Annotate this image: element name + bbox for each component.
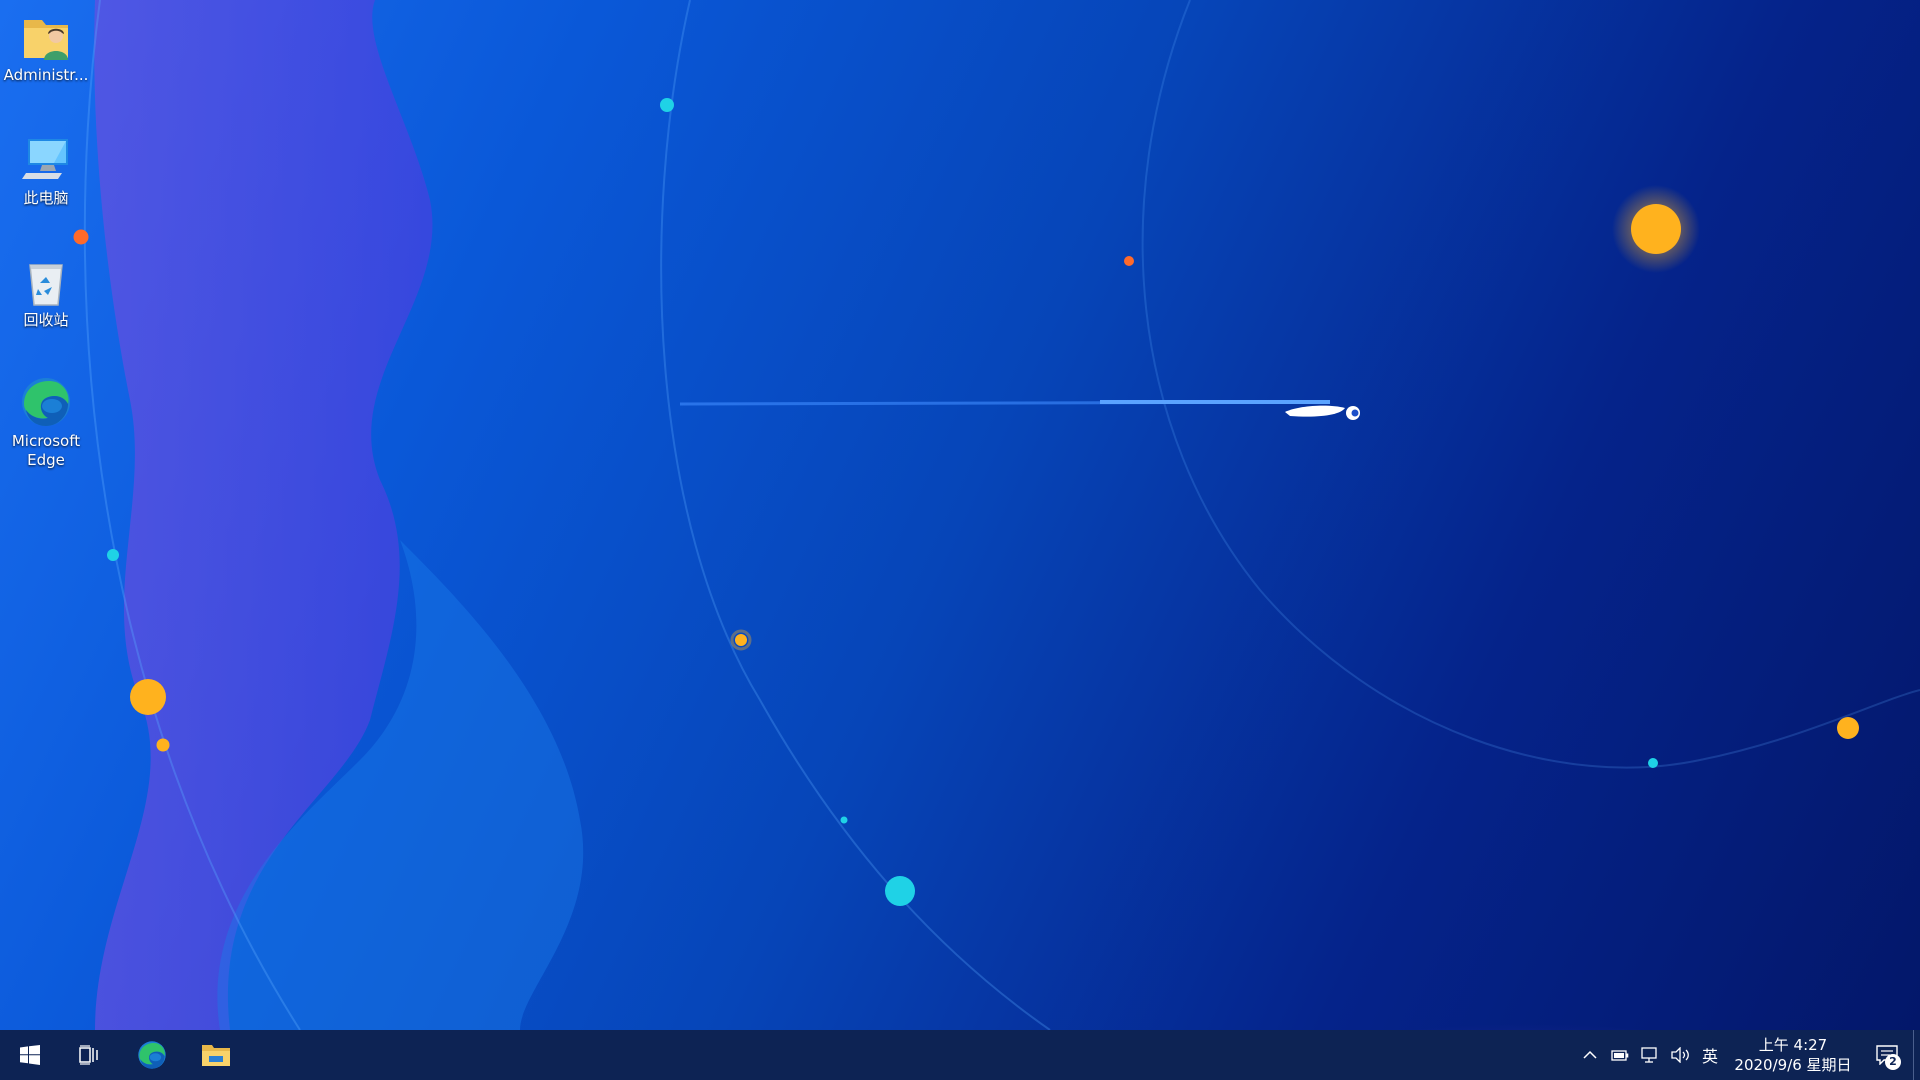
desktop-icon-edge[interactable]: Microsoft Edge <box>0 374 92 470</box>
show-desktop-button[interactable] <box>1913 1030 1920 1080</box>
desktop[interactable]: Administr... 此电脑 回收站 Microsoft Edge <box>0 0 1920 1030</box>
dot <box>735 634 747 646</box>
wallpaper <box>73 0 1920 1030</box>
system-tray: 英 上午 4:27 2020/9/6 星期日 2 <box>1575 1030 1920 1080</box>
edge-icon <box>138 1041 166 1069</box>
dot <box>1648 758 1658 768</box>
dot <box>73 229 89 245</box>
desktop-icon-this-pc[interactable]: 此电脑 <box>0 131 92 208</box>
speaker-icon <box>1671 1047 1689 1063</box>
task-view-button[interactable] <box>60 1030 120 1080</box>
network-icon <box>1641 1047 1657 1063</box>
dot <box>1837 717 1859 739</box>
show-hidden-icons-button[interactable] <box>1575 1030 1605 1080</box>
orbit-middle <box>660 0 1051 1030</box>
input-method-button[interactable]: 英 <box>1695 1030 1725 1080</box>
battery-icon <box>1611 1050 1629 1061</box>
dot <box>660 98 674 112</box>
clock-button[interactable]: 上午 4:27 2020/9/6 星期日 <box>1733 1030 1853 1080</box>
dot <box>130 679 166 715</box>
file-explorer-icon <box>202 1045 230 1066</box>
desktop-icon-label: Administr... <box>3 66 89 84</box>
notification-count-badge: 2 <box>1885 1054 1901 1070</box>
clock-time: 上午 4:27 <box>1758 1036 1828 1054</box>
dot <box>885 876 915 906</box>
desktop-icon-label: 回收站 <box>23 311 69 329</box>
user-folder-icon <box>24 20 68 60</box>
taskbar-edge-button[interactable] <box>120 1030 184 1080</box>
recycle-bin-icon <box>29 264 63 306</box>
task-view-icon <box>79 1045 98 1065</box>
bottom-glow <box>1232 960 1828 1030</box>
comet-body <box>1285 405 1345 417</box>
this-pc-icon <box>22 139 68 179</box>
dot <box>156 738 170 752</box>
clock-date: 2020/9/6 星期日 <box>1734 1056 1852 1074</box>
start-button[interactable] <box>0 1030 60 1080</box>
edge-icon <box>22 378 70 426</box>
network-button[interactable] <box>1635 1030 1665 1080</box>
sun <box>1631 204 1681 254</box>
chevron-up-icon <box>1583 1050 1597 1059</box>
desktop-icon-label: Microsoft Edge <box>11 432 81 469</box>
desktop-icon-label: 此电脑 <box>23 189 69 207</box>
windows-logo-icon <box>20 1045 40 1065</box>
taskbar: 英 上午 4:27 2020/9/6 星期日 2 <box>0 1030 1920 1080</box>
dot <box>107 549 119 561</box>
action-center-button[interactable]: 2 <box>1861 1030 1913 1080</box>
desktop-icon-administrator[interactable]: Administr... <box>0 8 92 85</box>
dot <box>1124 256 1134 266</box>
desktop-icon-recycle-bin[interactable]: 回收站 <box>0 253 92 330</box>
battery-button[interactable] <box>1605 1030 1635 1080</box>
volume-button[interactable] <box>1665 1030 1695 1080</box>
taskbar-file-explorer-button[interactable] <box>184 1030 248 1080</box>
dot <box>840 816 848 824</box>
orbit-right <box>1141 0 1920 769</box>
